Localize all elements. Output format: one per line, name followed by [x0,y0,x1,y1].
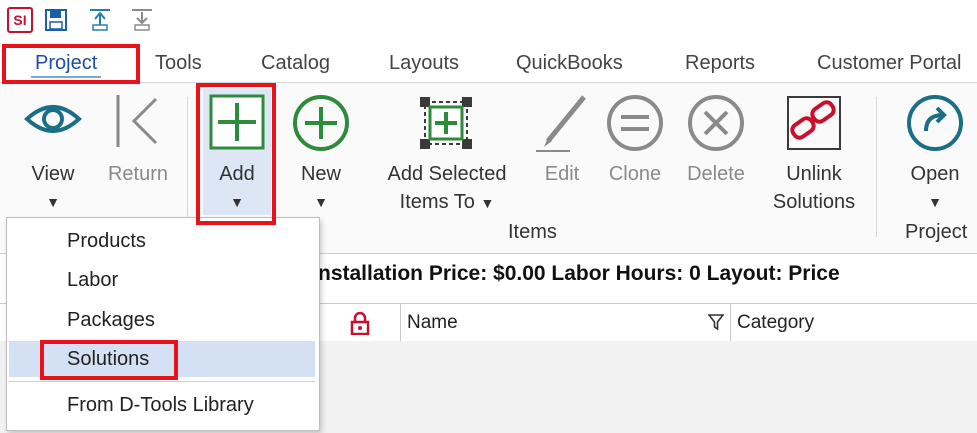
tab-quickbooks[interactable]: QuickBooks [516,44,623,82]
clone-icon [607,95,663,151]
chevron-down-icon: ▼ [46,194,60,210]
plus-square-icon [209,94,265,150]
chevron-down-icon: ▼ [230,194,244,210]
add-label: Add [219,163,255,185]
ribbon-separator [876,97,877,237]
tab-reports[interactable]: Reports [685,44,755,82]
eye-icon [24,105,82,133]
ribbon-separator [187,97,188,217]
tab-project[interactable]: Project [30,44,102,82]
view-label: View [31,163,75,185]
open-label: Open [910,163,960,185]
clone-label: Clone [608,163,662,185]
ribbon-group-items-label: Items [508,221,557,243]
edit-label: Edit [544,163,580,185]
project-summary-line: nstallation Price: $0.00 Labor Hours: 0 … [318,262,840,285]
return-button[interactable]: Return [98,89,178,219]
menu-item-solutions[interactable]: Solutions [9,341,315,377]
menu-item-labor[interactable]: Labor [9,262,315,298]
pen-icon [536,95,586,152]
chevron-left-icon [116,95,158,147]
plus-circle-icon [293,95,349,151]
quick-access-toolbar: SI [0,0,977,42]
download-icon[interactable] [128,6,156,34]
unlink-chain-icon [787,96,841,150]
tab-catalog[interactable]: Catalog [261,44,330,82]
clone-button[interactable]: Clone [600,89,670,199]
new-label: New [300,163,341,185]
column-header-name[interactable]: Name [400,304,730,341]
delete-label: Delete [687,163,745,185]
add-dropdown-menu: Products Labor Packages Solutions From D… [6,217,320,431]
open-project-icon [907,95,963,151]
return-label: Return [107,163,169,185]
view-button[interactable]: View ▼ [14,89,92,219]
menu-item-from-d-tools-library[interactable]: From D-Tools Library [9,387,315,423]
filter-icon[interactable] [708,314,724,330]
column-header-name-label: Name [407,312,458,333]
ribbon-group-project-label: Project [905,221,968,243]
menu-item-products[interactable]: Products [9,223,315,259]
menu-separator [9,381,315,382]
open-project-button[interactable]: Open ▼ [896,89,974,219]
save-icon[interactable] [42,6,70,34]
add-selected-items-to-button[interactable]: Add Selected Items To ▼ [374,89,520,219]
new-button[interactable]: New ▼ [284,89,358,219]
add-selected-icon [420,97,472,149]
add-button[interactable]: Add ▼ [203,89,271,215]
lock-column-header[interactable] [318,304,400,341]
column-header-category[interactable]: Category [730,304,977,341]
tab-tools[interactable]: Tools [155,44,202,82]
edit-button[interactable]: Edit [530,89,594,199]
delete-button[interactable]: Delete [678,89,754,199]
add-selected-label-line1: Add Selected [387,163,507,185]
menu-item-packages[interactable]: Packages [9,302,315,338]
unlink-label-line2: Solutions [772,191,856,213]
ribbon-tab-bar: Project Tools Catalog Layouts QuickBooks… [0,44,977,83]
app-logo-text: SI [13,12,27,28]
chevron-down-icon: ▼ [314,194,328,210]
unlink-solutions-button[interactable]: Unlink Solutions [762,89,866,219]
app-logo[interactable]: SI [6,6,34,34]
add-selected-label-line2: Items To ▼ [399,191,495,213]
tab-customer-portal[interactable]: Customer Portal [817,44,962,82]
chevron-down-icon: ▼ [928,194,942,210]
padlock-icon [350,311,369,335]
unlink-label-line1: Unlink [786,163,842,185]
delete-circle-icon [688,95,744,151]
tab-layouts[interactable]: Layouts [389,44,459,82]
upload-icon[interactable] [86,6,114,34]
